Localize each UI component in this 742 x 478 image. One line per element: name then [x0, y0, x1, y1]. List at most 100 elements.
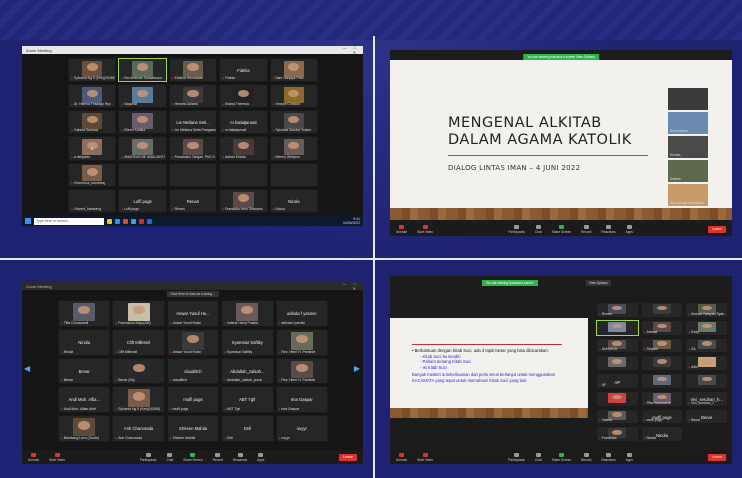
participant-tile[interactable]: nuyyr nuyyr [275, 415, 328, 442]
share-screen-button[interactable]: Share Screen [552, 452, 571, 462]
apps-button[interactable]: Apps [626, 224, 633, 234]
participant-tile[interactable] [640, 355, 684, 371]
windows-start-icon[interactable] [25, 218, 31, 224]
participant-tile[interactable]: Rev. Henri H. Pardede [275, 357, 328, 385]
participant-tile[interactable]: Shireen Mahila Shireen Mahila [166, 415, 220, 442]
participant-tile[interactable]: NicolaNicola [269, 188, 318, 213]
participant-tile[interactable]: Vincentius_bambang [68, 162, 117, 187]
reactions-button[interactable]: Reactions [601, 224, 616, 234]
participant-tile[interactable]: Sylvania Ng 5 (Keh)(00085) [112, 386, 165, 414]
unmute-button[interactable]: Unmute [396, 224, 407, 234]
apps-button[interactable]: Apps [257, 452, 264, 462]
participant-tile[interactable]: Andi Muh. Alfia... Andi Muh. Alfian Ariel [58, 386, 111, 414]
apps-button[interactable]: Apps [626, 452, 633, 462]
participant-tile[interactable]: Rm Andreas Sansahrauri [118, 58, 167, 83]
participant-tile[interactable]: Eddy [685, 319, 728, 336]
participant-tile[interactable]: Clift Milleniel Clift Milleniel [112, 328, 165, 356]
previous-page-icon[interactable]: ◀ [24, 364, 30, 373]
participant-tile[interactable]: adinda f yasmin adinda f yasmin [275, 300, 328, 327]
participant-tile[interactable]: claudiltch claudiltch [166, 357, 220, 385]
participant-tile[interactable]: Syamsiar Saftiky Syamsiar Saftiky [221, 328, 274, 356]
participant-tile[interactable]: Lie Meilana Seti... Lie Meilana Setia Pan… [168, 110, 218, 135]
participant-tile[interactable] [168, 162, 218, 187]
participant-tile[interactable]: Valeria Harry Praska [221, 300, 274, 327]
participant-tile[interactable]: Luffi pugs Luffi pugs [118, 188, 167, 213]
participant-tile[interactable]: Sayanita [118, 84, 167, 109]
participant-tile[interactable]: Hendra Julianto [168, 84, 218, 109]
edge-icon[interactable] [131, 218, 136, 224]
participant-tile[interactable]: Rev. Ahmad Hermawan [668, 184, 708, 206]
participant-tile[interactable]: Kristina [668, 160, 708, 182]
participant-tile[interactable]: Dr. Helena Frisadgo Ryo [68, 84, 117, 109]
participant-tile[interactable]: Ahmad [640, 319, 684, 336]
system-tray-clock[interactable]: 9:41 04/06/2022 [343, 217, 360, 225]
reactions-button[interactable]: Reactions [233, 452, 247, 462]
participant-tile[interactable]: BenarBenar [685, 408, 728, 425]
word-icon[interactable] [147, 218, 152, 224]
participant-tile[interactable]: Sylvania Ng 5 (Keh)(00085) [68, 58, 117, 83]
start-video-button[interactable]: Start Video [417, 224, 433, 234]
participant-tile[interactable]: muffi pugs muffi pugs [166, 386, 220, 414]
participant-tile[interactable]: Adhi [685, 355, 728, 371]
participant-tile[interactable]: Dell Dell [221, 415, 274, 442]
share-screen-button[interactable]: Share Screen [183, 452, 203, 462]
participant-tile[interactable]: Bambang Liem (Guide) [58, 415, 111, 442]
participant-tile[interactable] [596, 390, 639, 407]
powerpoint-icon[interactable] [139, 218, 144, 224]
participant-tile[interactable] [640, 302, 684, 318]
unmute-button[interactable]: Unmute [28, 452, 39, 462]
participant-tile[interactable]: Sylvania Sandra Yuliani [269, 110, 318, 135]
participant-tile[interactable] [685, 373, 728, 389]
chat-button[interactable]: Chat [535, 452, 542, 462]
participant-tile[interactable]: Eileen Kartika [118, 110, 167, 135]
browser-icon[interactable] [123, 218, 128, 224]
participant-tile[interactable]: Rm Andreas [668, 112, 708, 134]
participants-button[interactable]: Participants [140, 452, 156, 462]
participant-tile[interactable]: Rev. Henri H. Pardede [275, 328, 328, 356]
file-explorer-icon[interactable] [107, 218, 112, 224]
record-button[interactable]: Record [581, 452, 591, 462]
share-screen-button[interactable]: Share Screen [552, 224, 571, 234]
participant-tile[interactable]: APAP [596, 373, 639, 389]
participant-tile[interactable]: Anwar Yusuf Hu... Anwar Yusuf Husin [166, 300, 220, 327]
participant-tile[interactable] [596, 355, 639, 371]
chat-button[interactable]: Chat [535, 224, 542, 234]
record-button[interactable]: Record [213, 452, 223, 462]
participant-tile[interactable]: Fransiskus Bayu(AM) [112, 300, 165, 327]
participant-tile[interactable]: ANDREAS BE AMALIANTO [118, 136, 167, 161]
participant-tile[interactable]: Yuliana Santosa [68, 110, 117, 135]
participant-tile[interactable]: aa deliyanto [68, 136, 117, 161]
participant-tile[interactable]: Kirana Theresia [219, 84, 268, 109]
participant-tile[interactable]: Anwar Yusuf Husin [166, 328, 220, 356]
participants-button[interactable]: Participants [508, 224, 525, 234]
participant-tile[interactable]: BenarBenar [58, 357, 111, 385]
participant-tile[interactable]: NindiaNindia [58, 328, 111, 356]
participant-tile[interactable]: Vincent_bambang [68, 188, 117, 213]
participant-tile[interactable]: NindiaNindia [640, 426, 684, 442]
window-controls[interactable]: — □ ✕ [335, 46, 359, 55]
participant-tile[interactable]: Abdullah_zakiah... Abdullah_zakiah_proud [221, 357, 274, 385]
participant-tile[interactable]: Setyani [640, 337, 684, 354]
screen-share-banner[interactable]: You are viewing Kanisius's screen [481, 280, 538, 286]
start-video-button[interactable]: Start Video [49, 452, 65, 462]
next-page-icon[interactable]: ▶ [354, 364, 360, 373]
participant-tile[interactable] [668, 88, 708, 110]
unmute-button[interactable]: Unmute [396, 452, 407, 462]
record-button[interactable]: Record [581, 224, 591, 234]
participant-tile[interactable]: Wenny Wahyuni [269, 136, 318, 161]
participant-tile[interactable]: Ahmad Yassyan Syah... [685, 302, 728, 318]
participant-tile[interactable]: FideliaFidelia [219, 58, 268, 83]
participant-tile[interactable]: RenanRenan [168, 188, 218, 213]
participant-tile[interactable]: Vivi_seruhan_h...Vivi_seruhan_h [685, 390, 728, 407]
chat-button[interactable]: Chat [166, 452, 173, 462]
participant-tile[interactable]: m.hatiatjaruati m.hatiatjaruati [219, 110, 268, 135]
participant-tile[interactable]: Tiffa Gunawandi [58, 300, 111, 327]
start-video-button[interactable]: Start Video [417, 452, 433, 462]
participant-tile[interactable] [269, 162, 318, 187]
taskbar-search-input[interactable]: Type here to search [34, 217, 104, 225]
participant-tile[interactable]: Benar (Sa) [112, 357, 165, 385]
dialog-banner[interactable]: Click Here to view as a dialog... [166, 291, 219, 297]
participant-tile[interactable]: Fransiska [596, 426, 639, 442]
participant-tile[interactable]: Kristina Hendriwati [168, 58, 218, 83]
participant-tile[interactable]: ANHUKOL [596, 337, 639, 354]
